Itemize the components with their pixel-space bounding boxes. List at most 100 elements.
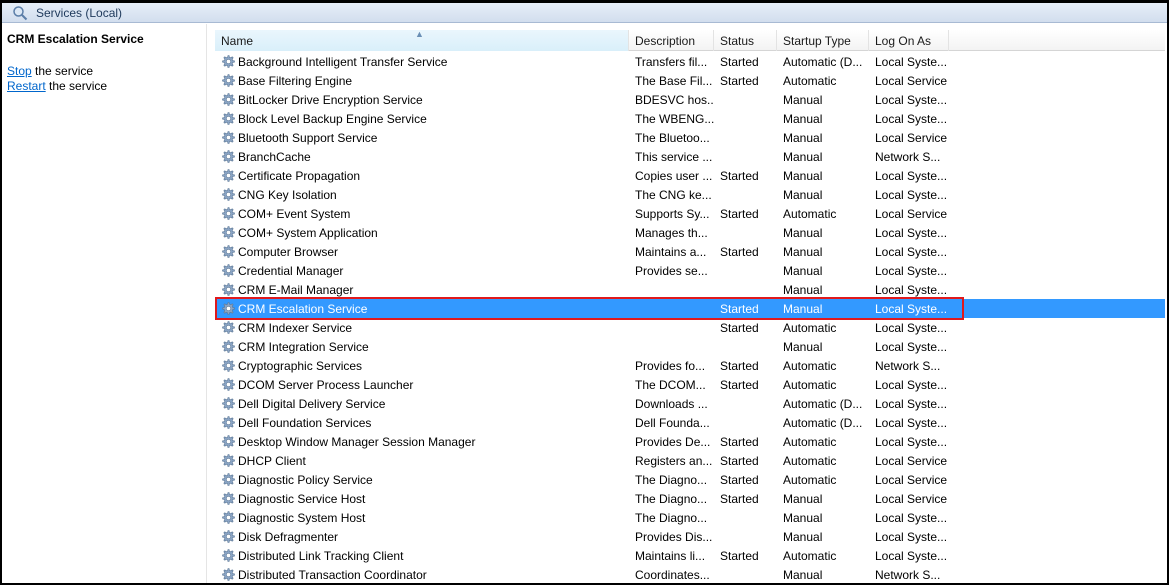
restart-service-link[interactable]: Restart — [7, 79, 46, 93]
service-logon-as: Local Service — [875, 453, 948, 468]
stop-action-text: the service — [31, 64, 94, 78]
service-row[interactable]: Distributed Transaction Coordinator Coord… — [215, 565, 1165, 583]
service-description: Copies user ... — [635, 168, 713, 183]
service-row[interactable]: CRM Integration Service Manual Local Syste… — [215, 337, 1165, 356]
service-row[interactable]: COM+ System Application Manages th... Manu… — [215, 223, 1165, 242]
service-status: Started — [720, 472, 759, 487]
service-row[interactable]: Diagnostic Policy Service The Diagno... St… — [215, 470, 1165, 489]
service-logon-as: Local Syste... — [875, 225, 948, 240]
service-startup-type: Automatic (D... — [783, 396, 863, 411]
service-description: Provides se... — [635, 263, 708, 278]
service-row[interactable]: Diagnostic System Host The Diagno... Manua… — [215, 508, 1165, 527]
service-gear-icon — [222, 73, 235, 87]
service-logon-as: Local Service — [875, 491, 948, 506]
service-row[interactable]: Desktop Window Manager Session Manager Pr… — [215, 432, 1165, 451]
service-logon-as: Local Syste... — [875, 168, 948, 183]
service-name: Computer Browser — [238, 244, 339, 259]
service-startup-type: Automatic — [783, 472, 837, 487]
service-name: Dell Digital Delivery Service — [238, 396, 386, 411]
column-header-description[interactable]: Description — [629, 30, 714, 51]
service-gear-icon — [222, 168, 235, 182]
service-row[interactable]: Computer Browser Maintains a... Started Man… — [215, 242, 1165, 261]
service-startup-type: Manual — [783, 187, 823, 202]
service-startup-type: Manual — [783, 149, 823, 164]
service-row[interactable]: Block Level Backup Engine Service The WBE… — [215, 109, 1165, 128]
service-gear-icon — [222, 111, 235, 125]
service-row[interactable]: Disk Defragmenter Provides Dis... Manual Lo… — [215, 527, 1165, 546]
service-row[interactable]: Background Intelligent Transfer Service T… — [215, 52, 1165, 71]
service-gear-icon — [222, 377, 235, 391]
service-row[interactable]: Certificate Propagation Copies user ... St… — [215, 166, 1165, 185]
service-startup-type: Automatic — [783, 320, 837, 335]
service-name: Cryptographic Services — [238, 358, 363, 373]
service-name: CRM Integration Service — [238, 339, 369, 354]
service-name-cell: BranchCache — [215, 149, 629, 165]
service-name-cell: Background Intelligent Transfer Service — [215, 54, 629, 70]
service-row[interactable]: BitLocker Drive Encryption Service BDESVC… — [215, 90, 1165, 109]
service-status: Started — [720, 206, 759, 221]
column-header-logon-as[interactable]: Log On As — [869, 30, 949, 51]
service-logon-as: Local Syste... — [875, 111, 948, 126]
service-description: The Bluetoo... — [635, 130, 710, 145]
service-row[interactable]: Dell Foundation Services Dell Founda... Au… — [215, 413, 1165, 432]
sort-ascending-icon: ▲ — [415, 30, 424, 39]
column-header-status[interactable]: Status — [714, 30, 777, 51]
service-logon-as: Local Service — [875, 472, 948, 487]
service-name-cell: CRM Escalation Service — [215, 301, 629, 317]
service-logon-as: Local Syste... — [875, 434, 948, 449]
service-logon-as: Local Service — [875, 130, 948, 145]
service-row[interactable]: DHCP Client Registers an... Started Automat… — [215, 451, 1165, 470]
service-logon-as: Local Syste... — [875, 282, 948, 297]
service-row[interactable]: Dell Digital Delivery Service Downloads .… — [215, 394, 1165, 413]
service-name-cell: Certificate Propagation — [215, 168, 629, 184]
service-gear-icon — [222, 54, 235, 68]
service-description: Provides Dis... — [635, 529, 713, 544]
service-status: Started — [720, 548, 759, 563]
service-description: The Base Fil... — [635, 73, 713, 88]
service-startup-type: Manual — [783, 301, 823, 316]
service-name-cell: CRM E-Mail Manager — [215, 282, 629, 298]
service-name-cell: CRM Indexer Service — [215, 320, 629, 336]
service-name: Disk Defragmenter — [238, 529, 339, 544]
service-row[interactable]: DCOM Server Process Launcher The DCOM... S… — [215, 375, 1165, 394]
service-row[interactable]: Distributed Link Tracking Client Maintain… — [215, 546, 1165, 565]
service-gear-icon — [222, 396, 235, 410]
column-header-description-label: Description — [635, 34, 696, 48]
service-row[interactable]: Base Filtering Engine The Base Fil... Star… — [215, 71, 1165, 90]
service-status: Started — [720, 434, 759, 449]
service-name-cell: Distributed Link Tracking Client — [215, 548, 629, 564]
service-startup-type: Manual — [783, 529, 823, 544]
service-gear-icon — [222, 529, 235, 543]
service-rows: Background Intelligent Transfer Service T… — [215, 52, 1165, 583]
service-gear-icon — [222, 358, 235, 372]
service-row[interactable]: CNG Key Isolation The CNG ke... Manual Loca… — [215, 185, 1165, 204]
service-row[interactable]: CRM Escalation Service Started Manual Local… — [215, 299, 1165, 318]
restart-action-line: Restart the service — [7, 79, 206, 94]
service-name: Background Intelligent Transfer Service — [238, 54, 448, 69]
service-name-cell: Dell Digital Delivery Service — [215, 396, 629, 412]
service-row[interactable]: Bluetooth Support Service The Bluetoo... M… — [215, 128, 1165, 147]
service-row[interactable]: BranchCache This service ... Manual Network… — [215, 147, 1165, 166]
column-header-name-label: Name — [221, 34, 254, 48]
service-name: Credential Manager — [238, 263, 344, 278]
service-name: CNG Key Isolation — [238, 187, 337, 202]
service-row[interactable]: Credential Manager Provides se... Manual Lo… — [215, 261, 1165, 280]
service-row[interactable]: COM+ Event System Supports Sy... Started Au… — [215, 204, 1165, 223]
service-description: Transfers fil... — [635, 54, 708, 69]
service-description: Coordinates... — [635, 567, 710, 582]
column-header-startup-type[interactable]: Startup Type — [777, 30, 869, 51]
service-name: Block Level Backup Engine Service — [238, 111, 427, 126]
service-logon-as: Local Syste... — [875, 263, 948, 278]
service-name-cell: DCOM Server Process Launcher — [215, 377, 629, 393]
service-row[interactable]: CRM E-Mail Manager Manual Local Syste... — [215, 280, 1165, 299]
service-row[interactable]: Cryptographic Services Provides fo... Star… — [215, 356, 1165, 375]
service-name: CRM Escalation Service — [238, 301, 368, 316]
service-startup-type: Automatic — [783, 548, 837, 563]
services-list[interactable]: ▲ Name Description Status Startup Type L… — [215, 30, 1167, 583]
stop-service-link[interactable]: Stop — [7, 64, 32, 78]
service-description: Registers an... — [635, 453, 713, 468]
service-row[interactable]: Diagnostic Service Host The Diagno... Star… — [215, 489, 1165, 508]
service-status: Started — [720, 358, 759, 373]
column-header-name[interactable]: ▲ Name — [215, 30, 629, 51]
service-row[interactable]: CRM Indexer Service Started Automatic Local… — [215, 318, 1165, 337]
